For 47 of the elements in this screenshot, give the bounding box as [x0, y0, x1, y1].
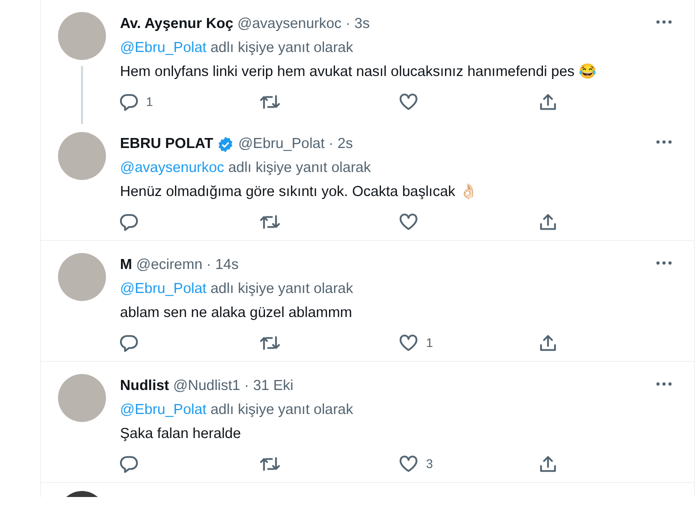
heart-icon[interactable]	[399, 213, 418, 231]
tweet-text: Henüz olmadığıma göre sıkıntı yok. Ocakta başlıcak 👌🏻	[120, 182, 478, 202]
separator-dot: ·	[244, 377, 250, 396]
retweet-icon[interactable]	[260, 455, 280, 473]
separator-dot: ·	[346, 15, 350, 34]
more-icon[interactable]	[656, 261, 672, 265]
reply-icon[interactable]	[120, 334, 138, 352]
tweet-text: Hem onlyfans linki verip hem avukat nasıl olucaksınız hanımefendi pes 😂	[120, 62, 598, 82]
like-count: 3	[426, 456, 433, 473]
reply-context: adlı kişiye yanıt olarak	[210, 280, 354, 299]
share-icon[interactable]	[538, 213, 556, 231]
share-icon[interactable]	[538, 455, 556, 473]
user-name[interactable]: M	[120, 253, 132, 277]
reply-context: adlı kişiye yanıt olarak	[210, 39, 354, 58]
reply-count: 1	[146, 94, 153, 111]
like-count: 1	[426, 334, 433, 352]
user-name[interactable]: Nudlist	[120, 374, 170, 398]
tweet-time[interactable]: 14s	[215, 253, 239, 277]
user-handle[interactable]: @Nudlist1	[173, 374, 240, 398]
user-handle[interactable]: @eciremn	[136, 253, 202, 277]
more-icon[interactable]	[656, 20, 672, 24]
separator-dot: ·	[328, 135, 334, 154]
tweet-time[interactable]: 31 Eki	[253, 374, 294, 398]
user-handle[interactable]: @avaysenurkoc	[237, 12, 342, 36]
user-name[interactable]: EBRU POLAT	[120, 132, 214, 156]
reply-icon[interactable]	[120, 93, 138, 111]
reply-icon[interactable]	[120, 213, 138, 231]
user-handle[interactable]: @Ebru_Polat	[238, 132, 325, 156]
separator-dot: ·	[206, 256, 212, 275]
more-icon[interactable]	[656, 382, 672, 386]
reply-context: adlı kişiye yanıt olarak	[210, 401, 354, 420]
tweet-text: Şaka falan heralde	[120, 425, 242, 444]
tweet-time[interactable]: 2s	[338, 132, 353, 156]
heart-icon[interactable]	[399, 455, 418, 473]
retweet-icon[interactable]	[260, 93, 280, 111]
retweet-icon[interactable]	[260, 213, 280, 231]
share-icon[interactable]	[538, 334, 556, 352]
reply-context: adlı kişiye yanıt olarak	[228, 159, 371, 178]
heart-icon[interactable]	[399, 93, 418, 111]
heart-icon[interactable]	[399, 334, 418, 352]
reply-icon[interactable]	[120, 455, 138, 473]
user-name[interactable]: Av. Ayşenur Koç	[120, 12, 234, 36]
tweet-text: ablam sen ne alaka güzel ablammm	[120, 304, 354, 323]
share-icon[interactable]	[538, 93, 556, 111]
retweet-icon[interactable]	[260, 334, 280, 352]
tweet-time[interactable]: 3s	[354, 12, 370, 36]
more-icon[interactable]	[656, 140, 672, 144]
